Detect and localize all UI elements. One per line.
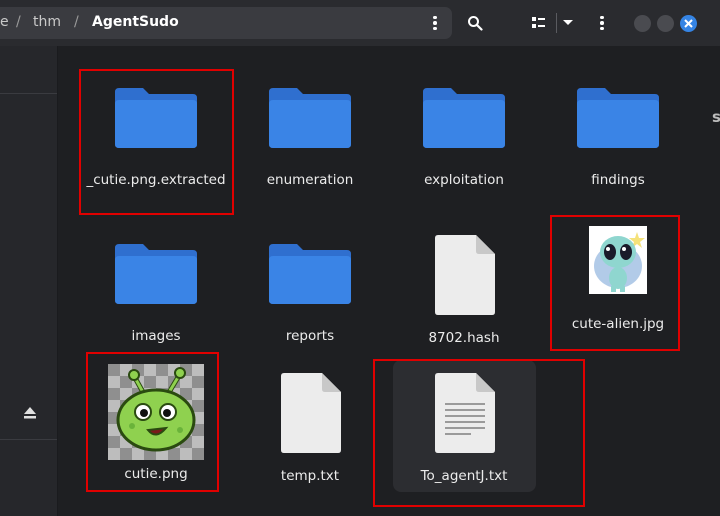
view-options-dropdown[interactable] bbox=[560, 7, 576, 39]
file-item-folder[interactable]: images bbox=[86, 242, 226, 345]
breadcrumb-current: AgentSudo bbox=[92, 14, 179, 30]
file-item-file[interactable]: 8702.hash bbox=[394, 234, 534, 347]
folder-icon bbox=[269, 244, 351, 304]
chevron-down-icon bbox=[563, 20, 573, 25]
breadcrumb-separator: / bbox=[16, 14, 21, 30]
file-item-folder[interactable]: enumeration bbox=[240, 86, 380, 189]
folder-icon bbox=[577, 88, 659, 148]
folder-icon bbox=[423, 88, 505, 148]
file-item-file[interactable]: temp.txt bbox=[240, 372, 380, 485]
file-name: temp.txt bbox=[280, 468, 340, 484]
maximize-button[interactable] bbox=[657, 15, 674, 32]
file-name: enumeration bbox=[266, 172, 354, 188]
toolbar-divider bbox=[556, 13, 557, 33]
search-icon bbox=[468, 16, 483, 31]
main-menu-button[interactable] bbox=[596, 15, 608, 31]
highlight-box bbox=[79, 69, 234, 215]
file-item-folder[interactable]: reports bbox=[240, 242, 380, 345]
document-icon bbox=[281, 373, 341, 453]
file-name: exploitation bbox=[424, 172, 504, 188]
sidebar-divider bbox=[0, 439, 57, 440]
list-view-icon bbox=[532, 17, 545, 28]
eject-icon[interactable] bbox=[23, 406, 37, 420]
breadcrumb-partial[interactable]: e bbox=[0, 14, 9, 30]
path-bar[interactable]: e / thm / AgentSudo bbox=[0, 7, 452, 39]
minimize-button[interactable] bbox=[634, 15, 651, 32]
close-button[interactable] bbox=[680, 15, 697, 32]
file-name: 8702.hash bbox=[428, 330, 500, 346]
highlight-box bbox=[550, 215, 680, 351]
file-name: reports bbox=[285, 328, 335, 344]
file-item-folder[interactable]: findings bbox=[548, 86, 688, 189]
scroll-indicator: s bbox=[712, 108, 720, 126]
folder-icon bbox=[115, 244, 197, 304]
search-button[interactable] bbox=[466, 7, 486, 39]
file-name: images bbox=[131, 328, 181, 344]
folder-icon bbox=[269, 88, 351, 148]
view-toggle-button[interactable] bbox=[530, 7, 550, 39]
file-item-folder[interactable]: exploitation bbox=[394, 86, 534, 189]
file-name: findings bbox=[591, 172, 645, 188]
highlight-box bbox=[86, 352, 219, 492]
breadcrumb-thm[interactable]: thm bbox=[33, 14, 61, 30]
sidebar-divider bbox=[0, 93, 57, 94]
highlight-box bbox=[373, 359, 585, 507]
sidebar bbox=[0, 46, 58, 516]
breadcrumb-separator: / bbox=[74, 14, 79, 30]
kebab-menu-icon[interactable] bbox=[426, 14, 444, 32]
header-bar: e / thm / AgentSudo bbox=[0, 0, 720, 46]
close-icon bbox=[684, 19, 693, 28]
document-icon bbox=[435, 235, 495, 315]
